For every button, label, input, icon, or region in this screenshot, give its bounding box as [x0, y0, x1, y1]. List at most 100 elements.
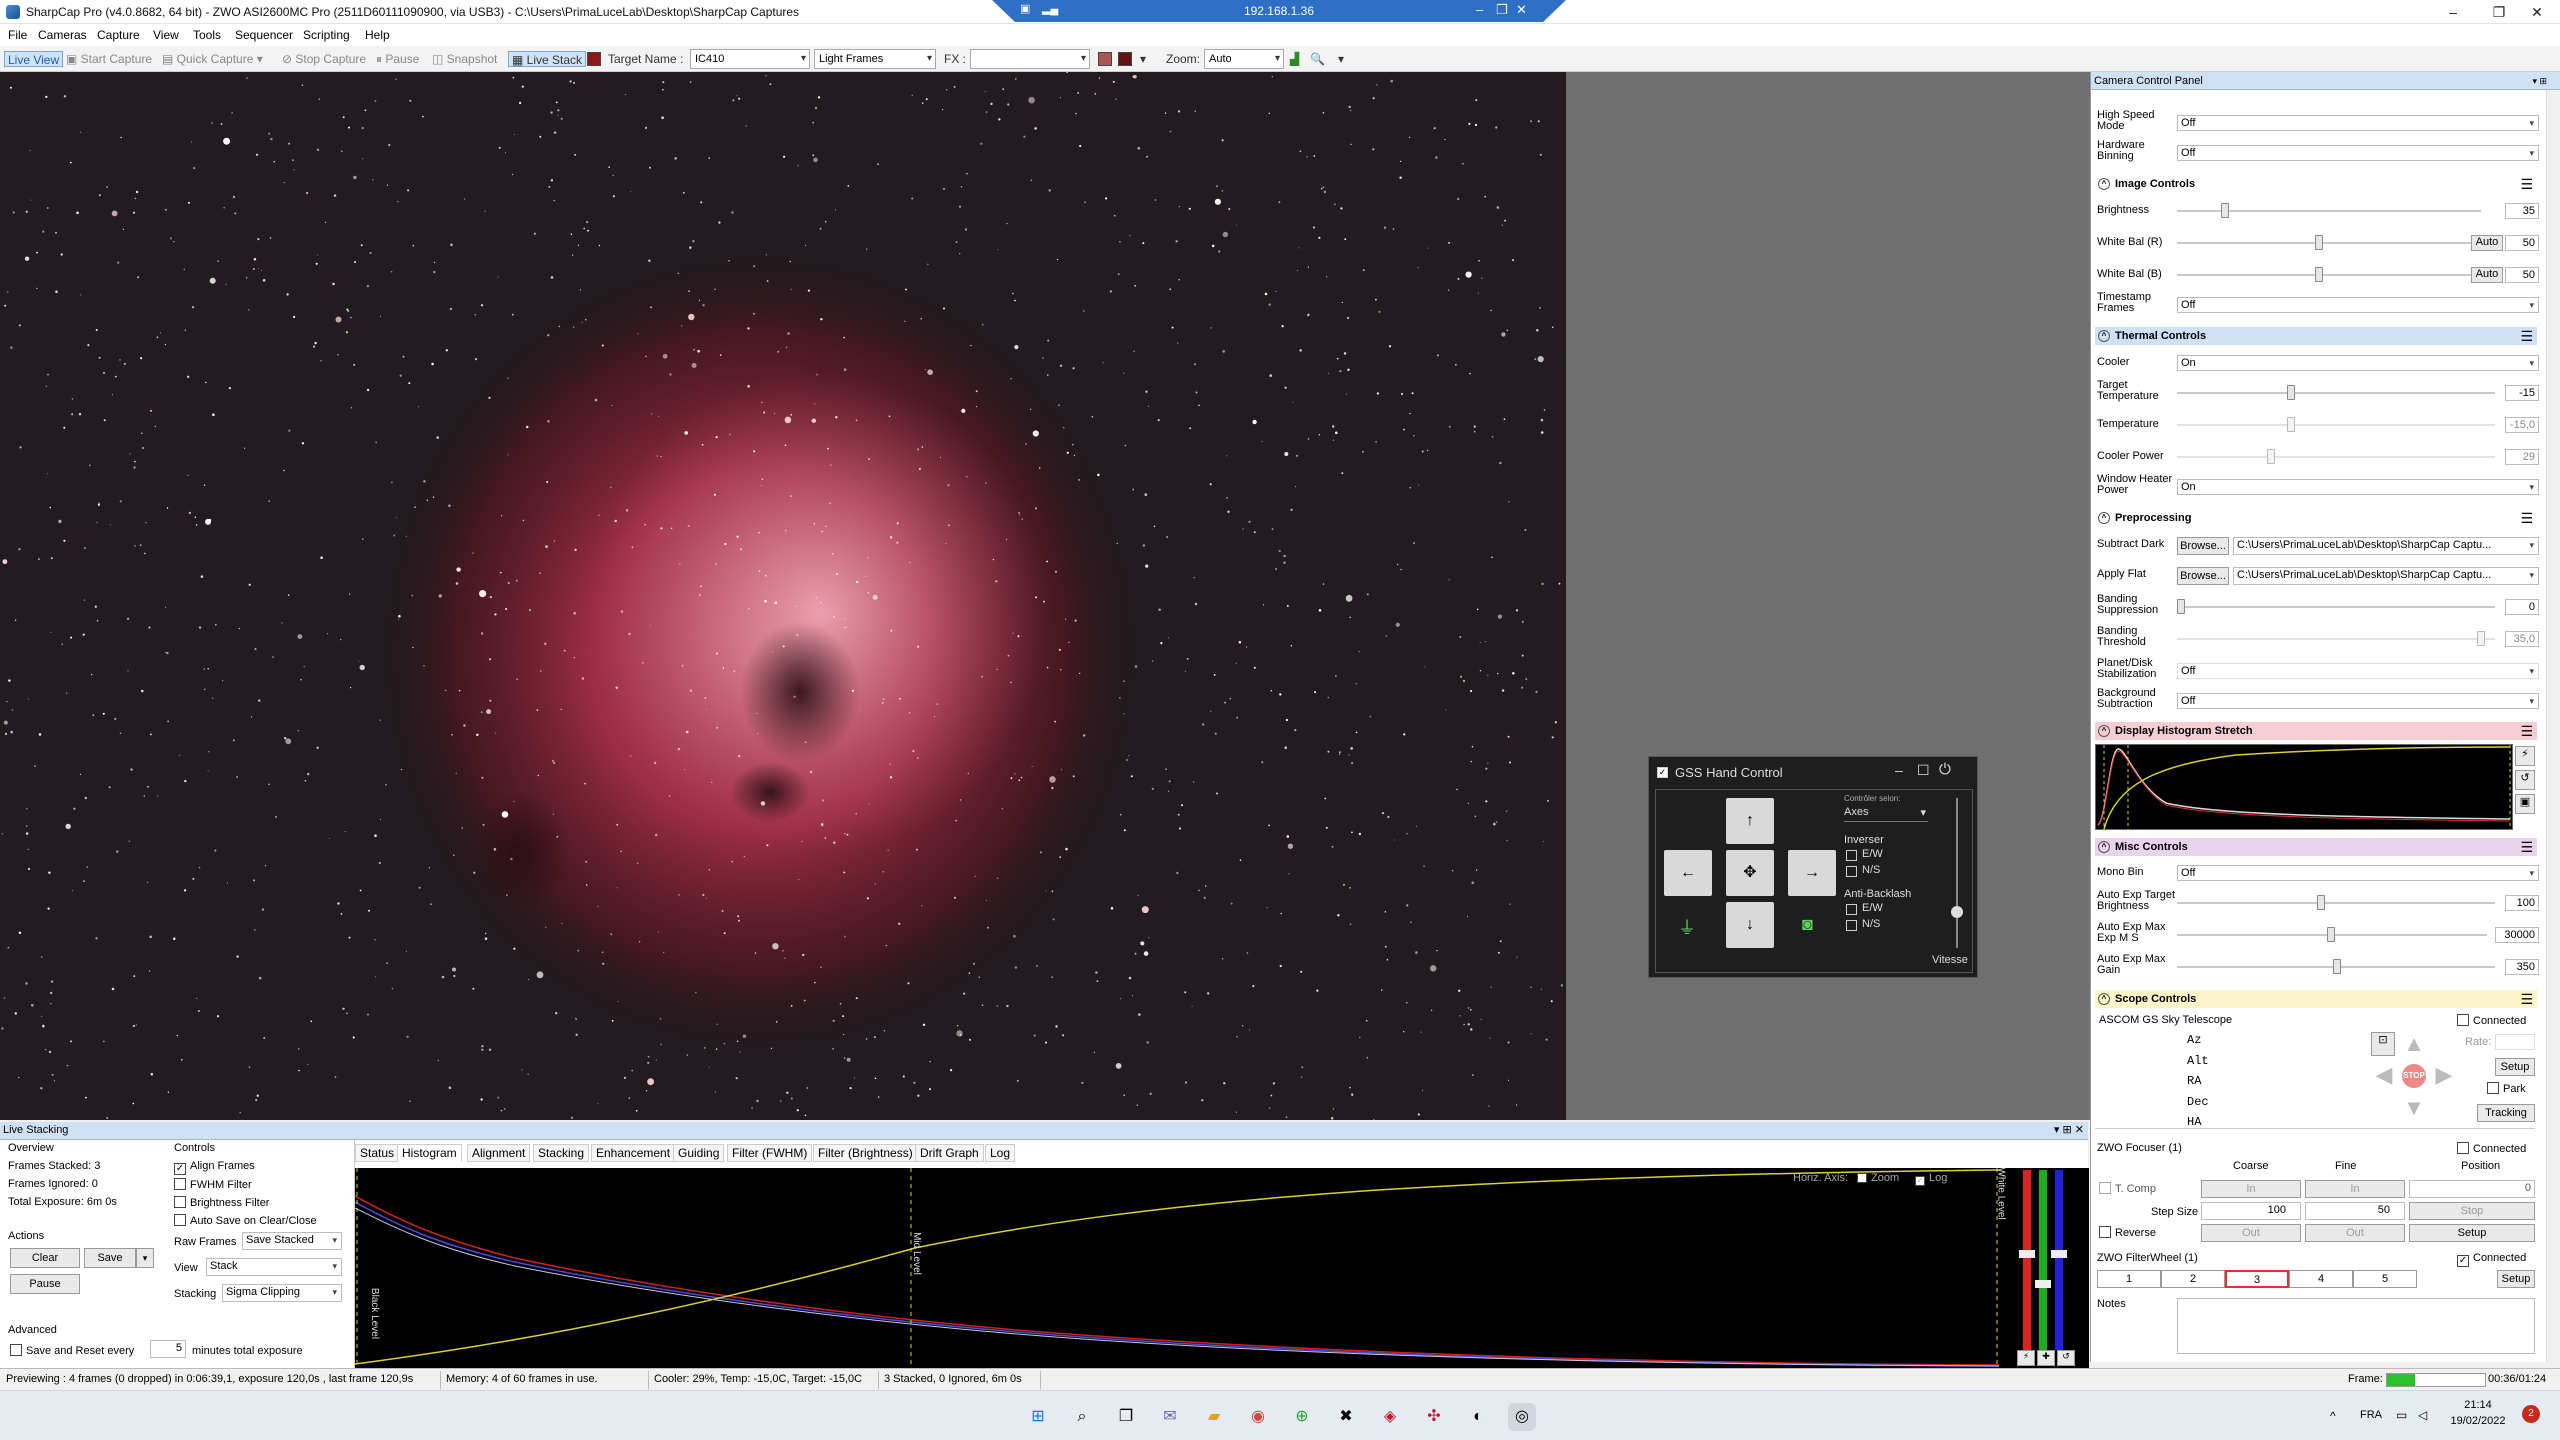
tab-drift-graph[interactable]: Drift Graph: [915, 1144, 984, 1162]
target-temp-knob[interactable]: [2287, 385, 2295, 400]
stack-histogram-graph[interactable]: Black Level Mid Level White Level Horiz.…: [354, 1167, 2089, 1368]
background-select[interactable]: Off: [2177, 693, 2539, 709]
ae-max-exp-slider[interactable]: [2177, 927, 2487, 942]
filter-slot-2[interactable]: 2: [2161, 1270, 2225, 1288]
ae-max-gain-value[interactable]: 350: [2505, 959, 2539, 975]
tab-log[interactable]: Log: [985, 1144, 1016, 1162]
subtract-dark-browse-button[interactable]: Browse...: [2177, 537, 2229, 555]
wb-b-auto-button[interactable]: Auto: [2471, 267, 2503, 283]
coarse-step-input[interactable]: 100: [2201, 1202, 2301, 1220]
red-balance-knob[interactable]: [2019, 1250, 2035, 1258]
menu-scripting[interactable]: Scripting: [303, 28, 350, 42]
arrow-down-icon[interactable]: ↓: [1726, 902, 1774, 948]
ae-max-exp-knob[interactable]: [2327, 927, 2335, 942]
menu-file[interactable]: File: [8, 28, 27, 42]
filter-slot-5[interactable]: 5: [2353, 1270, 2417, 1288]
slew-south-icon[interactable]: ▼: [2401, 1096, 2427, 1120]
focuser-stop-button[interactable]: Stop: [2409, 1202, 2535, 1220]
speed-slider-knob[interactable]: [1951, 906, 1963, 918]
rate-select[interactable]: [2495, 1034, 2535, 1050]
remote-close-icon[interactable]: ✕: [1516, 2, 1527, 18]
menu-cameras[interactable]: Cameras: [38, 28, 87, 42]
menu-icon[interactable]: ☰: [2520, 990, 2533, 1008]
wb-r-value[interactable]: 50: [2505, 235, 2539, 251]
blue-balance-knob[interactable]: [2051, 1250, 2067, 1258]
log-checkbox[interactable]: ✓ Log: [1915, 1172, 1947, 1186]
histogram-stretch-graph[interactable]: [2095, 744, 2513, 831]
timestamp-select[interactable]: Off: [2177, 297, 2539, 313]
filterwheel-connected-checkbox[interactable]: ✓: [2457, 1255, 2469, 1267]
zoom-box[interactable]: [1857, 1173, 1867, 1183]
live-stack-button[interactable]: ▦ Live Stack: [508, 51, 587, 67]
task-view-icon[interactable]: ❐: [1112, 1403, 1140, 1431]
target-temp-slider[interactable]: [2177, 385, 2495, 400]
notification-badge[interactable]: 2: [2522, 1405, 2540, 1423]
gss-minimize-icon[interactable]: –: [1895, 762, 1903, 778]
stop-capture-button[interactable]: ⊘ Stop Capture: [282, 51, 366, 67]
snapshot-button[interactable]: ◫ Snapshot: [432, 51, 497, 67]
focuser-setup-button[interactable]: Setup: [2409, 1224, 2535, 1242]
tab-filter-fwhm[interactable]: Filter (FWHM): [727, 1144, 813, 1162]
zoom-combo[interactable]: Auto: [1204, 49, 1284, 69]
reverse-box[interactable]: [2099, 1226, 2111, 1238]
tab-histogram[interactable]: Histogram: [397, 1144, 462, 1162]
coarse-out-button[interactable]: Out: [2201, 1224, 2301, 1242]
clock-date[interactable]: 19/02/2022: [2448, 1415, 2508, 1427]
brightness-slider[interactable]: [2177, 203, 2481, 218]
ae-max-gain-knob[interactable]: [2333, 959, 2341, 974]
apply-flat-browse-button[interactable]: Browse...: [2177, 567, 2229, 585]
banding-supp-slider[interactable]: [2177, 599, 2495, 614]
record-icon[interactable]: [587, 52, 601, 66]
ae-target-value[interactable]: 100: [2505, 895, 2539, 911]
speed-slider[interactable]: [1951, 798, 1963, 948]
arrow-right-icon[interactable]: →: [1788, 850, 1836, 896]
lightning-icon[interactable]: ⚡: [2515, 746, 2535, 766]
menu-icon[interactable]: ☰: [2520, 722, 2533, 740]
more-dropdown-icon[interactable]: ▾: [1338, 51, 1344, 67]
save-reset-box[interactable]: [10, 1344, 22, 1356]
pin-icon[interactable]: ▾ ⊞: [2532, 72, 2547, 90]
controller-combo[interactable]: Axes ▾: [1844, 806, 1928, 822]
scope-controls-header[interactable]: ^ Scope Controls ☰: [2095, 990, 2537, 1008]
stacking-select[interactable]: Sigma Clipping: [222, 1284, 342, 1302]
hw-binning-select[interactable]: Off: [2177, 145, 2539, 161]
raw-frames-select[interactable]: Save Stacked: [242, 1232, 342, 1250]
filter-slot-4[interactable]: 4: [2289, 1270, 2353, 1288]
wb-b-slider[interactable]: [2177, 267, 2477, 282]
cooler-select[interactable]: On: [2177, 355, 2539, 371]
fine-step-input[interactable]: 50: [2305, 1202, 2405, 1220]
ae-max-gain-slider[interactable]: [2177, 959, 2495, 974]
overlay-icon[interactable]: [1118, 52, 1132, 66]
wb-r-slider[interactable]: [2177, 235, 2477, 250]
remote-minimize-icon[interactable]: –: [1476, 2, 1483, 17]
fine-in-button[interactable]: In: [2305, 1180, 2405, 1198]
fwhm-box[interactable]: [174, 1178, 186, 1190]
thermal-controls-header[interactable]: ^ Thermal Controls ☰: [2095, 327, 2537, 345]
image-viewer[interactable]: [0, 72, 2090, 1120]
frame-type-combo[interactable]: Light Frames: [814, 49, 936, 69]
wb-b-knob[interactable]: [2315, 267, 2323, 282]
app-red2-icon[interactable]: ✣: [1420, 1403, 1448, 1431]
search-icon[interactable]: ⌕: [1068, 1403, 1096, 1431]
planet-select[interactable]: Off: [2177, 663, 2539, 679]
apply-flat-path[interactable]: C:\Users\PrimaLuceLab\Desktop\SharpCap C…: [2233, 567, 2539, 585]
app-red-icon[interactable]: ◈: [1376, 1403, 1404, 1431]
filter-slot-3[interactable]: 3: [2225, 1270, 2289, 1288]
arrow-left-icon[interactable]: ←: [1664, 850, 1712, 896]
tab-guiding[interactable]: Guiding: [673, 1144, 725, 1162]
fine-out-button[interactable]: Out: [2305, 1224, 2405, 1242]
ae-target-knob[interactable]: [2317, 895, 2325, 910]
tracking-button[interactable]: Tracking: [2477, 1104, 2535, 1122]
color-swatch-icon[interactable]: [1098, 52, 1112, 66]
target-icon[interactable]: ◙: [1802, 914, 1813, 935]
log-box[interactable]: ✓: [1915, 1176, 1925, 1186]
fwhm-checkbox[interactable]: FWHM Filter: [174, 1178, 252, 1191]
view-select[interactable]: Stack: [206, 1258, 342, 1276]
clock-time[interactable]: 21:14: [2448, 1399, 2508, 1411]
ae-target-slider[interactable]: [2177, 895, 2495, 910]
slew-mode-icon[interactable]: ⊡: [2371, 1032, 2395, 1056]
save-icon[interactable]: ▣: [2515, 794, 2535, 814]
menu-icon[interactable]: ☰: [2520, 509, 2533, 527]
language-indicator[interactable]: FRA: [2360, 1409, 2382, 1421]
reset-icon[interactable]: ↺: [2515, 770, 2535, 790]
